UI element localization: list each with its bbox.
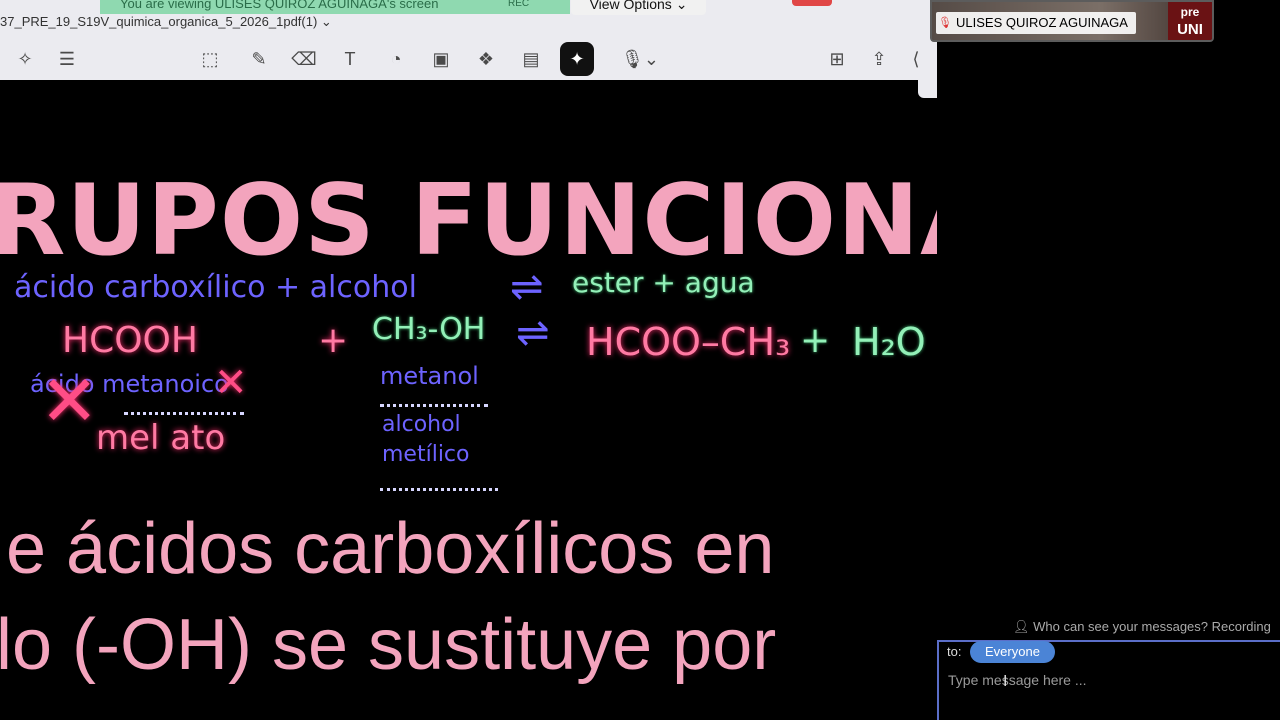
chevron-down-icon: ⌄ [320, 14, 332, 29]
laser-pointer-icon[interactable]: ✦ [560, 42, 594, 76]
recipient-selector[interactable]: Everyone [970, 641, 1055, 663]
dotted-line [124, 412, 244, 415]
voice-icon[interactable]: 🎙︎⌄ [618, 42, 662, 76]
equilibrium-arrow-2: ⇌ [516, 310, 550, 356]
dotted-line [380, 404, 488, 407]
strike-x-icon: ✕ [214, 360, 248, 406]
chat-panel [937, 0, 1280, 720]
acid-name-note-2: mel ato [96, 418, 226, 458]
eraser-icon[interactable]: ⌫ [291, 42, 317, 76]
dotted-line [380, 488, 498, 491]
participant-name: ULISES QUIROZ AGUINAGA [956, 15, 1128, 30]
annotation-toolbar: ✧ ☰ ⬚ ✎ ⌫ T ◔ ▣ ❖ ▤ ✦ 🎙︎⌄ ⊞ ⇪ ⟨ [0, 42, 937, 76]
notes-icon[interactable]: ☰ [54, 42, 80, 76]
recipient-label: to: [947, 644, 962, 659]
shared-whiteboard: RUPOS FUNCIONAL ácido carboxílico + alco… [0, 98, 937, 720]
strike-x-icon: ✕ [40, 360, 99, 442]
view-options-label: View Options [589, 0, 672, 12]
slide-text-line-1: e ácidos carboxílicos en [6, 509, 775, 589]
alcohol-name-note: metanol [380, 362, 479, 390]
pen-icon[interactable]: ✎ [246, 42, 272, 76]
banner-text: You are viewing ULISES QUIROZ AGUINAGA's… [120, 0, 439, 11]
alcohol-name-note-2: alcohol metílico [382, 412, 470, 467]
people-icon: 👤︎ [1013, 619, 1030, 634]
participant-video-tile[interactable]: ULISES QUIROZ AGUINAGA 🎙︎ pre UNI [930, 0, 1214, 42]
image-icon[interactable]: ▣ [428, 42, 454, 76]
visibility-text: Who can see your messages? Recording [1033, 619, 1271, 634]
sticky-note-icon[interactable]: ▤ [518, 42, 544, 76]
rec-indicator: REC [508, 0, 530, 9]
formula-plus-2: + [800, 320, 831, 361]
reaction-right: ester + agua [572, 266, 755, 299]
screen-share-banner: You are viewing ULISES QUIROZ AGUINAGA's… [100, 0, 570, 14]
document-title-text: 37_PRE_19_S19V_quimica_organica_5_2026_1… [0, 14, 318, 29]
stop-share-button[interactable] [792, 0, 832, 6]
formula-plus: + [318, 320, 349, 361]
slide-heading: RUPOS FUNCIONAL [0, 164, 937, 278]
equilibrium-arrow: ⇌ [510, 264, 544, 310]
chevron-down-icon: ⌄ [675, 0, 688, 12]
shapes-icon[interactable]: ◔ [383, 42, 409, 76]
slide-text-line-2: lo (-OH) se sustituye por [0, 605, 777, 685]
formula-acid: HCOOH [62, 320, 198, 361]
text-cursor-icon: I [1003, 673, 1008, 690]
toolbar-edge [918, 80, 937, 98]
select-icon[interactable]: ✧ [12, 42, 38, 76]
view-options-button[interactable]: View Options ⌄ [571, 0, 706, 15]
message-visibility-info[interactable]: 👤︎ Who can see your messages? Recording [1013, 619, 1271, 635]
participant-name-tag: ULISES QUIROZ AGUINAGA [936, 12, 1136, 34]
mic-muted-icon: 🎙︎ [938, 17, 952, 29]
elements-icon[interactable]: ❖ [473, 42, 499, 76]
reaction-left: ácido carboxílico + alcohol [14, 270, 417, 305]
new-page-icon[interactable]: ⊞ [824, 42, 850, 76]
share-icon[interactable]: ⇪ [866, 42, 892, 76]
lasso-icon[interactable]: ⬚ [197, 42, 223, 76]
chat-message-input[interactable] [946, 668, 1275, 692]
formula-product: HCOO–CH₃ [586, 320, 791, 364]
document-title[interactable]: 37_PRE_19_S19V_quimica_organica_5_2026_1… [0, 14, 332, 30]
textbox-icon[interactable]: T [337, 42, 363, 76]
more-icon[interactable]: ⟨ [906, 42, 926, 76]
preuni-logo: pre UNI [1168, 2, 1212, 40]
formula-alcohol: CH₃-OH [372, 312, 486, 347]
formula-water: H₂O [852, 320, 926, 364]
